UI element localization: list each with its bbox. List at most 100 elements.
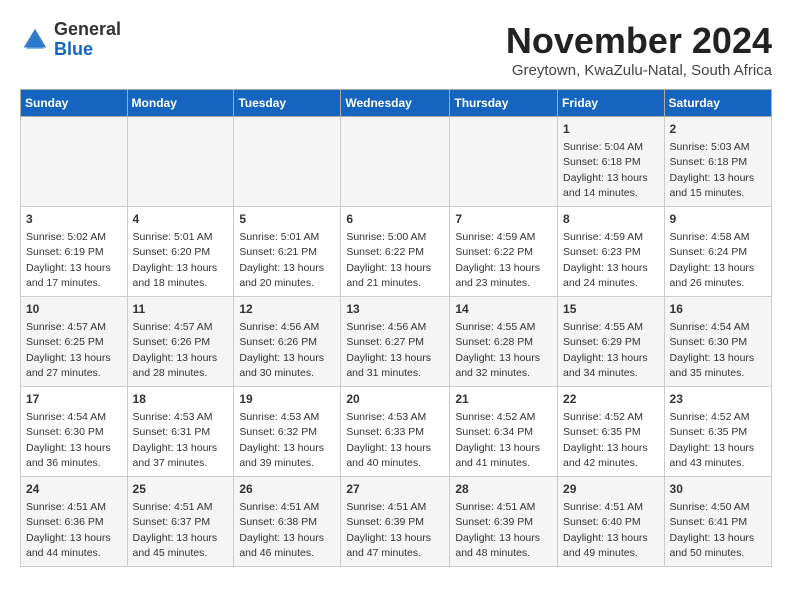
day-info: Sunrise: 4:52 AM Sunset: 6:34 PM Dayligh… <box>455 411 540 469</box>
day-number: 6 <box>346 211 444 228</box>
calendar-week-row: 17 Sunrise: 4:54 AM Sunset: 6:30 PM Dayli… <box>21 387 772 477</box>
calendar-cell: 20 Sunrise: 4:53 AM Sunset: 6:33 PM Dayli… <box>341 387 450 477</box>
day-info: Sunrise: 4:51 AM Sunset: 6:36 PM Dayligh… <box>26 501 111 559</box>
day-number: 25 <box>133 481 229 498</box>
calendar-table: SundayMondayTuesdayWednesdayThursdayFrid… <box>20 89 772 567</box>
day-number: 26 <box>239 481 335 498</box>
day-number: 12 <box>239 301 335 318</box>
day-info: Sunrise: 4:50 AM Sunset: 6:41 PM Dayligh… <box>670 501 755 559</box>
day-number: 5 <box>239 211 335 228</box>
day-number: 28 <box>455 481 552 498</box>
day-number: 18 <box>133 391 229 408</box>
day-info: Sunrise: 4:56 AM Sunset: 6:27 PM Dayligh… <box>346 321 431 379</box>
day-number: 13 <box>346 301 444 318</box>
calendar-cell <box>21 117 128 207</box>
header-day-sunday: Sunday <box>21 90 128 117</box>
calendar-cell: 22 Sunrise: 4:52 AM Sunset: 6:35 PM Dayli… <box>558 387 665 477</box>
day-info: Sunrise: 4:55 AM Sunset: 6:28 PM Dayligh… <box>455 321 540 379</box>
day-number: 9 <box>670 211 766 228</box>
header: General Blue November 2024 Greytown, Kwa… <box>20 20 772 79</box>
day-info: Sunrise: 4:51 AM Sunset: 6:37 PM Dayligh… <box>133 501 218 559</box>
day-number: 4 <box>133 211 229 228</box>
calendar-cell: 9 Sunrise: 4:58 AM Sunset: 6:24 PM Daylig… <box>664 207 771 297</box>
day-number: 19 <box>239 391 335 408</box>
day-number: 16 <box>670 301 766 318</box>
day-info: Sunrise: 4:58 AM Sunset: 6:24 PM Dayligh… <box>670 231 755 289</box>
calendar-week-row: 24 Sunrise: 4:51 AM Sunset: 6:36 PM Dayli… <box>21 477 772 567</box>
day-info: Sunrise: 4:51 AM Sunset: 6:39 PM Dayligh… <box>455 501 540 559</box>
logo-icon <box>20 25 50 55</box>
day-number: 1 <box>563 121 659 138</box>
calendar-week-row: 1Sunrise: 5:04 AM Sunset: 6:18 PM Daylig… <box>21 117 772 207</box>
header-day-tuesday: Tuesday <box>234 90 341 117</box>
calendar-cell: 17 Sunrise: 4:54 AM Sunset: 6:30 PM Dayli… <box>21 387 128 477</box>
header-day-wednesday: Wednesday <box>341 90 450 117</box>
day-info: Sunrise: 4:54 AM Sunset: 6:30 PM Dayligh… <box>670 321 755 379</box>
header-day-friday: Friday <box>558 90 665 117</box>
header-day-monday: Monday <box>127 90 234 117</box>
day-info: Sunrise: 5:01 AM Sunset: 6:20 PM Dayligh… <box>133 231 218 289</box>
calendar-cell: 12 Sunrise: 4:56 AM Sunset: 6:26 PM Dayli… <box>234 297 341 387</box>
calendar-cell: 1Sunrise: 5:04 AM Sunset: 6:18 PM Daylig… <box>558 117 665 207</box>
day-info: Sunrise: 4:53 AM Sunset: 6:31 PM Dayligh… <box>133 411 218 469</box>
logo: General Blue <box>20 20 121 60</box>
day-info: Sunrise: 4:57 AM Sunset: 6:25 PM Dayligh… <box>26 321 111 379</box>
calendar-cell: 26 Sunrise: 4:51 AM Sunset: 6:38 PM Dayli… <box>234 477 341 567</box>
calendar-cell <box>127 117 234 207</box>
calendar-cell: 28 Sunrise: 4:51 AM Sunset: 6:39 PM Dayli… <box>450 477 558 567</box>
day-number: 15 <box>563 301 659 318</box>
day-number: 11 <box>133 301 229 318</box>
header-day-thursday: Thursday <box>450 90 558 117</box>
calendar-cell: 18 Sunrise: 4:53 AM Sunset: 6:31 PM Dayli… <box>127 387 234 477</box>
calendar-cell: 27 Sunrise: 4:51 AM Sunset: 6:39 PM Dayli… <box>341 477 450 567</box>
day-info: Sunrise: 4:54 AM Sunset: 6:30 PM Dayligh… <box>26 411 111 469</box>
day-number: 20 <box>346 391 444 408</box>
day-info: Sunrise: 4:51 AM Sunset: 6:38 PM Dayligh… <box>239 501 324 559</box>
title-section: November 2024 Greytown, KwaZulu-Natal, S… <box>506 20 772 79</box>
day-number: 30 <box>670 481 766 498</box>
day-info: Sunrise: 4:56 AM Sunset: 6:26 PM Dayligh… <box>239 321 324 379</box>
day-number: 10 <box>26 301 122 318</box>
calendar-cell: 5 Sunrise: 5:01 AM Sunset: 6:21 PM Daylig… <box>234 207 341 297</box>
calendar-cell: 7Sunrise: 4:59 AM Sunset: 6:22 PM Daylig… <box>450 207 558 297</box>
day-info: Sunrise: 4:59 AM Sunset: 6:23 PM Dayligh… <box>563 231 648 289</box>
calendar-cell: 29 Sunrise: 4:51 AM Sunset: 6:40 PM Dayli… <box>558 477 665 567</box>
day-number: 29 <box>563 481 659 498</box>
day-info: Sunrise: 4:57 AM Sunset: 6:26 PM Dayligh… <box>133 321 218 379</box>
day-number: 17 <box>26 391 122 408</box>
calendar-week-row: 3 Sunrise: 5:02 AM Sunset: 6:19 PM Daylig… <box>21 207 772 297</box>
day-info: Sunrise: 4:51 AM Sunset: 6:40 PM Dayligh… <box>563 501 648 559</box>
day-number: 7 <box>455 211 552 228</box>
calendar-cell: 3 Sunrise: 5:02 AM Sunset: 6:19 PM Daylig… <box>21 207 128 297</box>
day-info: Sunrise: 4:51 AM Sunset: 6:39 PM Dayligh… <box>346 501 431 559</box>
day-info: Sunrise: 5:00 AM Sunset: 6:22 PM Dayligh… <box>346 231 431 289</box>
logo-blue-text: Blue <box>54 39 93 59</box>
day-number: 27 <box>346 481 444 498</box>
day-info: Sunrise: 5:03 AM Sunset: 6:18 PM Dayligh… <box>670 141 755 199</box>
calendar-cell: 8Sunrise: 4:59 AM Sunset: 6:23 PM Daylig… <box>558 207 665 297</box>
calendar-cell: 15 Sunrise: 4:55 AM Sunset: 6:29 PM Dayli… <box>558 297 665 387</box>
day-info: Sunrise: 5:01 AM Sunset: 6:21 PM Dayligh… <box>239 231 324 289</box>
day-info: Sunrise: 5:02 AM Sunset: 6:19 PM Dayligh… <box>26 231 111 289</box>
day-number: 21 <box>455 391 552 408</box>
day-info: Sunrise: 4:55 AM Sunset: 6:29 PM Dayligh… <box>563 321 648 379</box>
calendar-cell: 11 Sunrise: 4:57 AM Sunset: 6:26 PM Dayli… <box>127 297 234 387</box>
calendar-cell <box>450 117 558 207</box>
day-number: 2 <box>670 121 766 138</box>
calendar-header-row: SundayMondayTuesdayWednesdayThursdayFrid… <box>21 90 772 117</box>
calendar-cell: 19Sunrise: 4:53 AM Sunset: 6:32 PM Dayli… <box>234 387 341 477</box>
day-number: 3 <box>26 211 122 228</box>
calendar-cell <box>341 117 450 207</box>
day-number: 24 <box>26 481 122 498</box>
calendar-subtitle: Greytown, KwaZulu-Natal, South Africa <box>506 62 772 79</box>
day-info: Sunrise: 4:52 AM Sunset: 6:35 PM Dayligh… <box>563 411 648 469</box>
calendar-cell: 25 Sunrise: 4:51 AM Sunset: 6:37 PM Dayli… <box>127 477 234 567</box>
day-number: 23 <box>670 391 766 408</box>
calendar-cell: 30 Sunrise: 4:50 AM Sunset: 6:41 PM Dayli… <box>664 477 771 567</box>
day-number: 22 <box>563 391 659 408</box>
calendar-cell: 14 Sunrise: 4:55 AM Sunset: 6:28 PM Dayli… <box>450 297 558 387</box>
calendar-title: November 2024 <box>506 20 772 62</box>
day-number: 14 <box>455 301 552 318</box>
day-info: Sunrise: 4:53 AM Sunset: 6:33 PM Dayligh… <box>346 411 431 469</box>
calendar-cell: 2 Sunrise: 5:03 AM Sunset: 6:18 PM Daylig… <box>664 117 771 207</box>
